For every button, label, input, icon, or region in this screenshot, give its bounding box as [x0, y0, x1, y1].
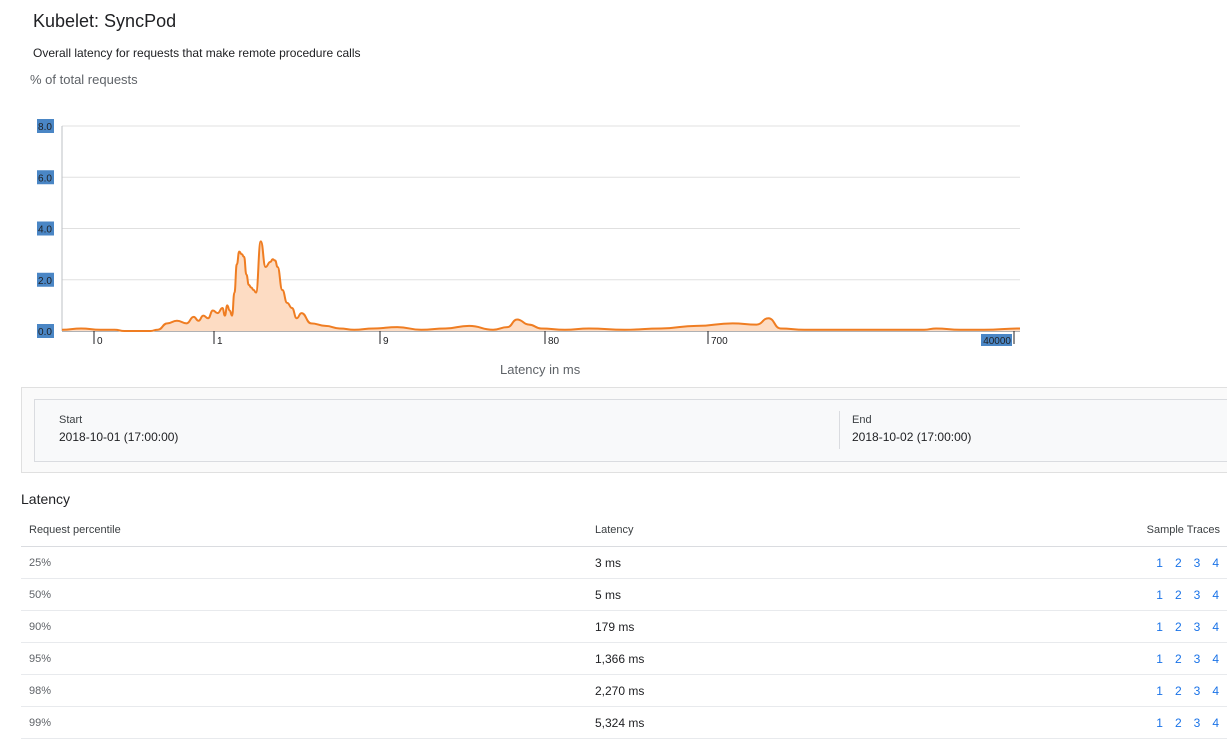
sample-trace-link[interactable]: 1 — [1156, 652, 1163, 666]
y-tick-label: 6.0 — [38, 173, 52, 184]
start-value: 2018-10-01 (17:00:00) — [59, 430, 179, 444]
sample-trace-link[interactable]: 4 — [1212, 716, 1219, 730]
sample-trace-link[interactable]: 3 — [1194, 716, 1201, 730]
end-range: End 2018-10-02 (17:00:00) — [852, 414, 971, 444]
x-tick-label: 9 — [383, 336, 389, 347]
time-range-box — [34, 399, 1227, 462]
sample-traces-cell: 1234 — [1103, 706, 1227, 739]
header-sample-traces: Sample Traces — [1103, 514, 1227, 547]
sample-trace-link[interactable]: 3 — [1194, 652, 1201, 666]
sample-trace-link[interactable]: 3 — [1194, 556, 1201, 570]
latency-table-body: 25% 3 ms 1 2 3 4 50% 5 ms 1 2 3 4 90% 179 ms 1 2 3 4 95% 1,… — [21, 546, 1227, 739]
sample-trace-link[interactable]: 1 — [1156, 556, 1163, 570]
x-axis-label: Latency in ms — [500, 362, 581, 377]
sample-trace-link[interactable]: 3 — [1194, 684, 1201, 698]
table-row: 98% 2,270 ms 1 2 3 4 — [21, 674, 1227, 707]
x-tick-label: 700 — [711, 336, 728, 347]
table-row: 95% 1,366 ms 1 2 3 4 — [21, 642, 1227, 675]
sample-trace-link[interactable]: 2 — [1175, 716, 1182, 730]
latency-table: Request percentile Latency Sample Traces… — [21, 514, 1227, 739]
sample-trace-link[interactable]: 2 — [1175, 652, 1182, 666]
latency-cell: 179 ms — [587, 610, 1103, 643]
sample-trace-link[interactable]: 2 — [1175, 588, 1182, 602]
x-tick-label: 1 — [217, 336, 223, 347]
sample-trace-link[interactable]: 2 — [1175, 684, 1182, 698]
page-title: Kubelet: SyncPod — [33, 11, 177, 31]
percentile-cell: 98% — [21, 674, 587, 707]
y-tick-label: 4.0 — [38, 225, 52, 236]
end-label: End — [852, 414, 872, 426]
latency-cell: 2,270 ms — [587, 674, 1103, 707]
percentile-cell: 50% — [21, 578, 587, 611]
sample-traces-cell: 1234 — [1103, 610, 1227, 643]
percentile-cell: 95% — [21, 642, 587, 675]
sample-traces-cell: 1234 — [1103, 642, 1227, 675]
page-subtitle: Overall latency for requests that make r… — [33, 46, 361, 60]
table-row: 25% 3 ms 1 2 3 4 — [21, 546, 1227, 579]
latency-cell: 5,324 ms — [587, 706, 1103, 739]
series-line — [61, 240, 1021, 332]
header-request-percentile: Request percentile — [21, 514, 587, 547]
percentile-cell: 99% — [21, 706, 587, 739]
percentile-cell: 90% — [21, 610, 587, 643]
header-latency: Latency — [587, 514, 1103, 547]
y-tick-label: 0.0 — [38, 327, 52, 338]
sample-trace-link[interactable]: 2 — [1175, 556, 1182, 570]
latency-cell: 3 ms — [587, 546, 1103, 579]
table-row: 90% 179 ms 1 2 3 4 — [21, 610, 1227, 643]
sample-trace-link[interactable]: 1 — [1156, 684, 1163, 698]
sample-trace-link[interactable]: 1 — [1156, 588, 1163, 602]
y-tick-label: 8.0 — [38, 122, 52, 133]
sample-traces-cell: 1234 — [1103, 578, 1227, 611]
table-row: 50% 5 ms 1 2 3 4 — [21, 578, 1227, 611]
sample-trace-link[interactable]: 4 — [1212, 588, 1219, 602]
latency-section-title: Latency — [21, 491, 71, 507]
percentile-cell: 25% — [21, 546, 587, 579]
y-tick-label: 2.0 — [38, 276, 52, 287]
latency-chart: 0.0 2.0 4.0 6.0 8.0 0 1 9 80 700 40000 — [37, 119, 1021, 347]
x-tick-label: 80 — [548, 336, 560, 347]
sample-trace-link[interactable]: 1 — [1156, 716, 1163, 730]
y-axis-label: % of total requests — [30, 72, 138, 87]
sample-trace-link[interactable]: 2 — [1175, 620, 1182, 634]
table-row: 99% 5,324 ms 1 2 3 4 — [21, 706, 1227, 739]
latency-cell: 5 ms — [587, 578, 1103, 611]
x-tick-label: 0 — [97, 336, 103, 347]
sample-trace-link[interactable]: 1 — [1156, 620, 1163, 634]
latency-cell: 1,366 ms — [587, 642, 1103, 675]
range-divider — [839, 411, 840, 449]
start-label: Start — [59, 414, 83, 426]
table-header-row: Request percentile Latency Sample Traces — [21, 514, 1227, 547]
sample-trace-link[interactable]: 4 — [1212, 684, 1219, 698]
sample-trace-link[interactable]: 4 — [1212, 620, 1219, 634]
sample-trace-link[interactable]: 4 — [1212, 556, 1219, 570]
sample-trace-link[interactable]: 3 — [1194, 620, 1201, 634]
sample-trace-link[interactable]: 3 — [1194, 588, 1201, 602]
sample-trace-link[interactable]: 4 — [1212, 652, 1219, 666]
sample-traces-cell: 1234 — [1103, 674, 1227, 707]
start-range: Start 2018-10-01 (17:00:00) — [59, 414, 178, 444]
x-tick-label: 40000 — [983, 336, 1011, 347]
end-value: 2018-10-02 (17:00:00) — [852, 430, 972, 444]
sample-traces-cell: 1234 — [1103, 546, 1227, 579]
